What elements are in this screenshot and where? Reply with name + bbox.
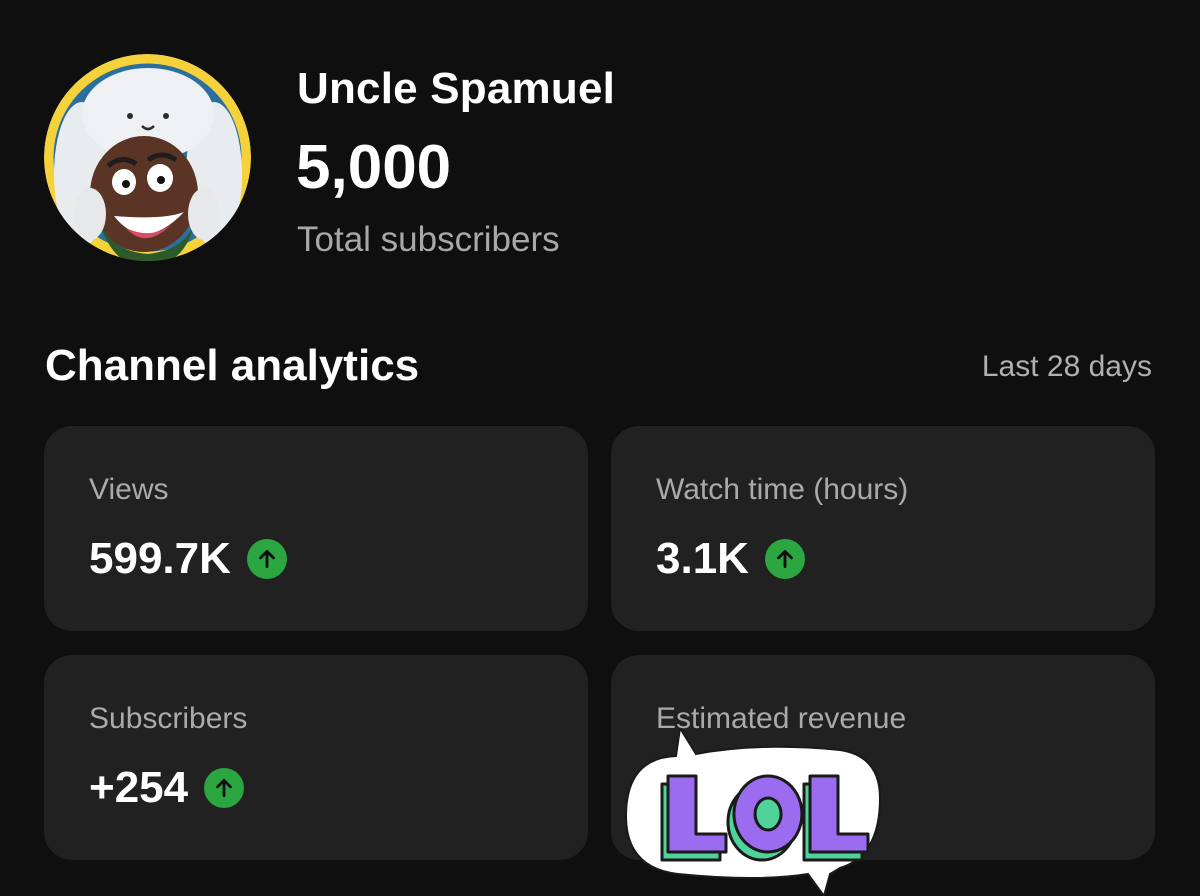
card-value-row: 599.7K	[89, 534, 287, 584]
channel-avatar[interactable]	[44, 54, 251, 261]
period-selector[interactable]: Last 28 days	[982, 350, 1152, 384]
lol-sticker	[618, 728, 888, 896]
card-label: Watch time (hours)	[656, 473, 909, 506]
card-value-row: +254	[89, 763, 245, 813]
channel-analytics-page: Uncle Spamuel 5,000 Total subscribers Ch…	[0, 0, 1200, 896]
arrow-up-icon	[764, 539, 805, 579]
channel-name: Uncle Spamuel	[297, 64, 616, 113]
arrow-up-icon	[246, 539, 287, 579]
subscribers-card[interactable]: Subscribers +254	[44, 655, 588, 860]
views-card[interactable]: Views 599.7K	[44, 426, 588, 631]
watch-time-card[interactable]: Watch time (hours) 3.1K	[611, 426, 1155, 631]
card-value: 599.7K	[89, 534, 231, 583]
avatar-image	[44, 54, 251, 261]
total-subscriber-count: 5,000	[296, 133, 452, 202]
arrow-up-icon	[204, 768, 245, 808]
card-label: Subscribers	[89, 702, 248, 735]
total-subscribers-label: Total subscribers	[297, 220, 560, 259]
card-value-row: 3.1K	[656, 534, 805, 584]
speech-bubble-icon	[624, 728, 882, 896]
card-value: +254	[89, 763, 189, 812]
section-title: Channel analytics	[45, 341, 420, 390]
card-label: Views	[89, 473, 169, 506]
card-value: 3.1K	[656, 534, 749, 583]
